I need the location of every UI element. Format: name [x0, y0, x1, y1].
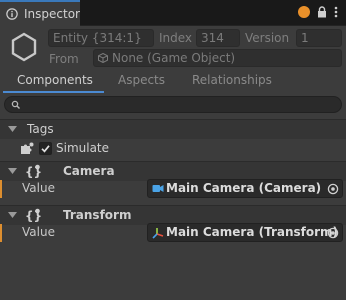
index-label: Index [159, 31, 193, 45]
tab-inspector-label: Inspector [24, 7, 80, 21]
inspector-tabbar: Inspector [0, 0, 346, 26]
camera-value-label: Value [22, 181, 55, 195]
tab-aspects[interactable]: Aspects [118, 73, 165, 87]
transform-object-value: Main Camera (Transform) [166, 225, 339, 239]
expand-arrow-icon[interactable] [8, 126, 17, 133]
transform-value-label: Value [22, 225, 55, 239]
component-list: Tags Simulate {} Camera Value Main Camer… [0, 116, 346, 300]
tags-title: Tags [27, 122, 54, 136]
tags-section-header[interactable]: Tags [0, 119, 346, 139]
tab-relationships[interactable]: Relationships [192, 73, 272, 87]
from-value: None (Game Object) [112, 51, 236, 65]
camera-icon [152, 185, 164, 192]
tab-components[interactable]: Components [17, 73, 93, 87]
entity-id-field: Entity {314:1} [48, 29, 154, 47]
search-input[interactable] [4, 96, 342, 113]
puzzle-tag-icon [21, 142, 34, 154]
from-field: None (Game Object) [93, 49, 342, 67]
transform-title: Transform [63, 208, 132, 222]
camera-value-row: Value Main Camera (Camera) [0, 178, 346, 200]
transform-value-row: Value Main Camera (Transform) [0, 222, 346, 244]
expand-arrow-icon[interactable] [8, 168, 17, 175]
search-icon [11, 100, 20, 109]
object-picker-icon[interactable] [327, 227, 339, 239]
lock-icon[interactable] [317, 6, 327, 18]
entity-hexagon-icon [11, 32, 37, 62]
search-bar [0, 94, 346, 116]
version-label: Version [245, 31, 290, 45]
component-braces-icon: {} [25, 164, 41, 179]
transform-axes-icon [152, 228, 164, 239]
modified-indicator [0, 224, 2, 242]
from-label: From [49, 52, 79, 66]
info-icon [6, 8, 18, 20]
tag-name: Simulate [56, 141, 110, 155]
expand-arrow-icon[interactable] [8, 212, 17, 219]
camera-object-value: Main Camera (Camera) [166, 181, 322, 195]
simulate-checkbox[interactable] [39, 142, 52, 155]
index-field: 314 [196, 29, 240, 47]
status-dot[interactable] [298, 6, 310, 18]
tab-inspector[interactable]: Inspector [0, 0, 80, 26]
entity-header: Entity {314:1} Index 314 Version 1 From … [0, 26, 346, 70]
version-field: 1 [296, 29, 342, 47]
camera-object-field[interactable]: Main Camera (Camera) [147, 179, 343, 198]
checkmark-icon [41, 145, 50, 153]
object-picker-icon[interactable] [327, 183, 339, 195]
subtab-bar: Components Aspects Relationships [0, 70, 346, 94]
component-braces-icon: {} [25, 208, 41, 223]
modified-indicator [0, 180, 2, 198]
camera-title: Camera [63, 164, 115, 178]
transform-object-field[interactable]: Main Camera (Transform) [147, 223, 343, 242]
tag-item: Simulate [0, 139, 346, 159]
more-icon[interactable] [334, 6, 338, 18]
gameobject-cube-icon [98, 53, 108, 63]
active-tab-indicator [3, 91, 104, 93]
